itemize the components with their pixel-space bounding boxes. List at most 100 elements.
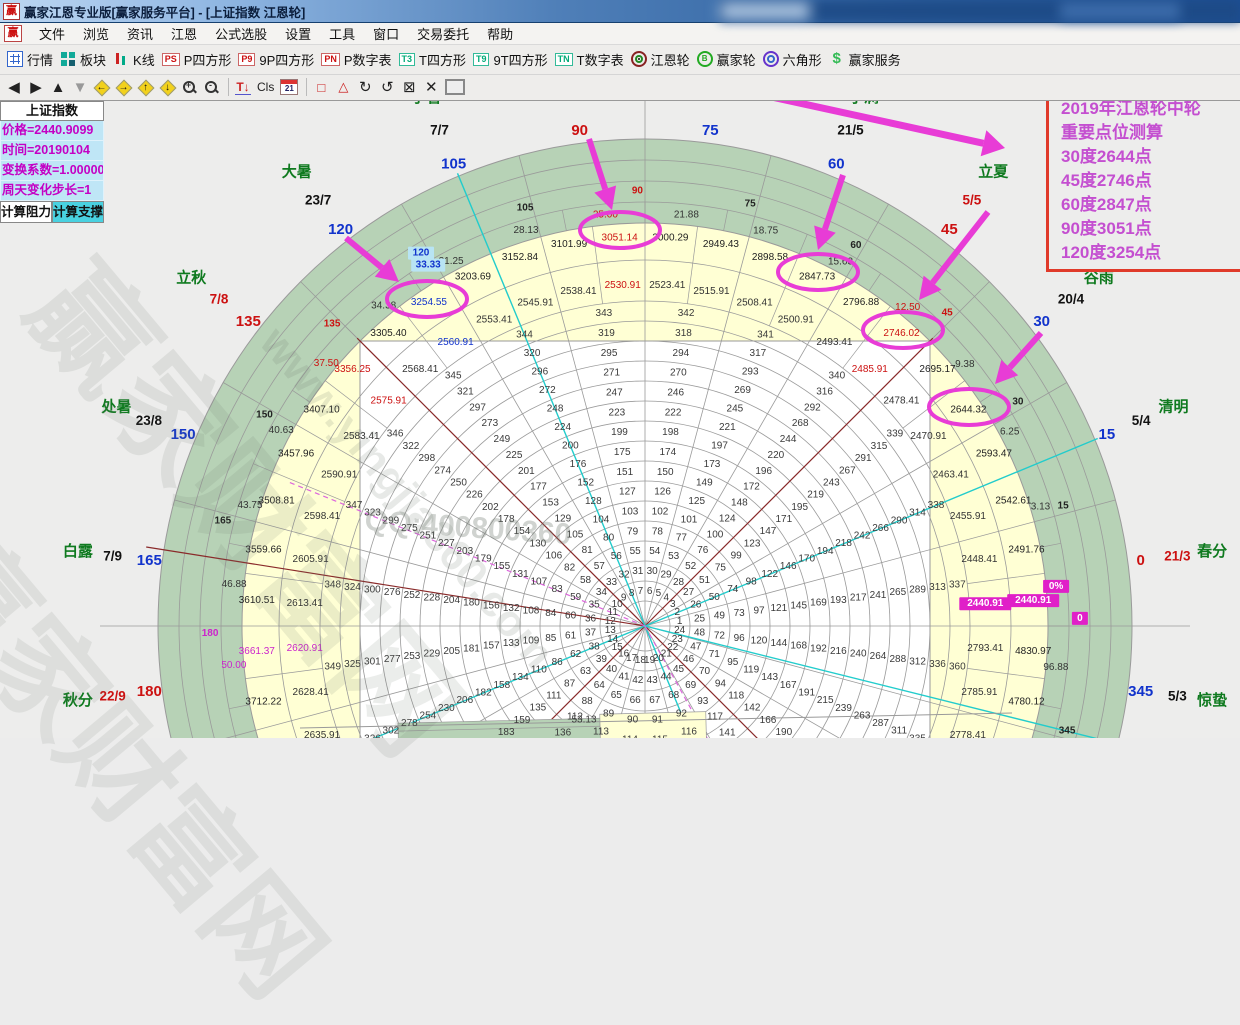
toolbar-button-P四方形[interactable]: PSP四方形 — [162, 50, 232, 69]
svg-text:2796.88: 2796.88 — [843, 297, 880, 308]
down-icon[interactable]: ▼ — [72, 79, 88, 96]
svg-text:107: 107 — [530, 577, 547, 588]
triangle-tool-icon[interactable]: △ — [335, 79, 351, 95]
shrink-icon[interactable]: ✕ — [423, 78, 439, 96]
titlebar-blur-region — [1060, 2, 1180, 20]
toolbar-button-赢家轮[interactable]: B赢家轮 — [697, 50, 756, 69]
svg-text:338: 338 — [928, 500, 945, 511]
menu-item-6[interactable]: 工具 — [320, 22, 364, 45]
svg-text:61: 61 — [565, 630, 577, 641]
svg-text:122: 122 — [761, 569, 778, 580]
rotate-ccw-icon[interactable]: ↺ — [379, 78, 395, 96]
zoom-in-icon[interactable]: + — [182, 80, 198, 95]
menu-item-7[interactable]: 窗口 — [364, 22, 408, 45]
rotate-cw-icon[interactable]: ↻ — [357, 78, 373, 96]
svg-text:52: 52 — [685, 561, 697, 572]
svg-text:198: 198 — [662, 427, 679, 438]
toolbar-separator — [228, 78, 229, 96]
svg-text:2560.91: 2560.91 — [438, 337, 475, 348]
svg-text:34: 34 — [596, 587, 608, 598]
svg-text:91: 91 — [652, 715, 664, 726]
svg-text:45: 45 — [673, 664, 685, 675]
svg-text:56: 56 — [611, 551, 623, 562]
svg-text:23/8: 23/8 — [136, 413, 163, 428]
cls-button[interactable]: Cls — [257, 80, 274, 94]
svg-text:60: 60 — [565, 611, 577, 622]
boxed-x-icon[interactable]: ⊠ — [401, 78, 417, 96]
up-icon[interactable]: ▲ — [50, 79, 66, 96]
square-tool-icon[interactable]: □ — [313, 80, 329, 95]
svg-text:335: 335 — [909, 733, 926, 738]
svg-text:50: 50 — [709, 592, 721, 603]
toolbar-button-行情[interactable]: 行情 — [7, 50, 53, 69]
calendar-icon[interactable]: 21 — [280, 79, 298, 95]
menu-item-3[interactable]: 江恩 — [162, 22, 206, 45]
panel-button-0[interactable]: 计算阻力 — [0, 201, 52, 223]
quote-row-1: 时间=20190104 — [0, 141, 104, 161]
toolbar-button-板块[interactable]: 板块 — [60, 50, 106, 69]
svg-text:297: 297 — [469, 402, 486, 413]
menu-item-0[interactable]: 文件 — [30, 22, 74, 45]
svg-text:230: 230 — [438, 703, 455, 714]
svg-text:124: 124 — [719, 513, 736, 524]
toolbar-button-赢家服务[interactable]: $赢家服务 — [829, 50, 901, 69]
svg-text:201: 201 — [518, 466, 535, 477]
svg-text:199: 199 — [611, 427, 628, 438]
svg-text:57: 57 — [594, 561, 606, 572]
svg-text:89: 89 — [603, 708, 615, 719]
zoom-out-icon[interactable]: - — [204, 80, 220, 95]
menu-item-5[interactable]: 设置 — [276, 22, 320, 45]
svg-text:320: 320 — [524, 348, 541, 359]
diamond-right-icon[interactable]: → — [116, 80, 132, 95]
sort-shift-icon[interactable]: T↓ — [235, 80, 251, 95]
panel-button-1[interactable]: 计算支撑 — [52, 201, 104, 223]
svg-text:295: 295 — [601, 348, 618, 359]
menu-item-2[interactable]: 资讯 — [118, 22, 162, 45]
svg-text:2508.41: 2508.41 — [737, 298, 774, 309]
menu-item-8[interactable]: 交易委托 — [408, 22, 478, 45]
menu-item-1[interactable]: 浏览 — [74, 22, 118, 45]
toolbar-label: 9T四方形 — [493, 50, 547, 69]
toolbar-button-9T四方形[interactable]: T99T四方形 — [473, 50, 548, 69]
toolbar-button-P数字表[interactable]: PNP数字表 — [321, 50, 391, 69]
svg-text:268: 268 — [792, 418, 809, 429]
svg-text:194: 194 — [817, 546, 834, 557]
toolbar-button-9P四方形[interactable]: P99P四方形 — [238, 50, 314, 69]
diamond-up-icon[interactable]: ↑ — [138, 80, 154, 95]
svg-text:55: 55 — [630, 546, 642, 557]
svg-text:71: 71 — [709, 649, 721, 660]
svg-text:2746.02: 2746.02 — [883, 328, 920, 339]
svg-text:123: 123 — [744, 538, 761, 549]
svg-text:165: 165 — [215, 515, 232, 526]
prev-icon[interactable]: ◀ — [6, 78, 22, 96]
svg-text:2440.91: 2440.91 — [967, 598, 1004, 609]
toolbar-button-K线[interactable]: K线 — [113, 50, 155, 69]
svg-text:21/3: 21/3 — [1164, 548, 1191, 563]
svg-text:45: 45 — [941, 221, 958, 238]
svg-text:318: 318 — [675, 328, 692, 339]
toolbar-button-六角形[interactable]: 六角形 — [763, 50, 822, 69]
svg-text:3101.99: 3101.99 — [551, 239, 588, 250]
svg-text:159: 159 — [514, 715, 531, 726]
svg-text:120: 120 — [751, 636, 768, 647]
toolbar-button-T数字表[interactable]: TNT数字表 — [555, 50, 624, 69]
menu-item-9[interactable]: 帮助 — [478, 22, 522, 45]
diamond-left-icon[interactable]: ← — [94, 80, 110, 95]
svg-text:219: 219 — [807, 490, 824, 501]
toolbar-button-T四方形[interactable]: T3T四方形 — [399, 50, 466, 69]
screen-icon[interactable] — [445, 79, 465, 95]
toolbar-button-江恩轮[interactable]: 江恩轮 — [631, 50, 690, 69]
svg-text:146: 146 — [780, 561, 797, 572]
svg-text:2538.41: 2538.41 — [560, 286, 597, 297]
svg-text:2545.91: 2545.91 — [517, 298, 554, 309]
svg-text:149: 149 — [696, 477, 713, 488]
dollar-icon: $ — [829, 51, 845, 67]
svg-text:205: 205 — [443, 646, 460, 657]
next-icon[interactable]: ▶ — [28, 78, 44, 96]
svg-text:3000.29: 3000.29 — [652, 232, 689, 243]
svg-text:3305.40: 3305.40 — [370, 328, 407, 339]
quote-panel: 上证指数 价格=2440.9099时间=20190104变换系数=1.00000… — [0, 101, 104, 223]
menu-item-4[interactable]: 公式选股 — [206, 22, 276, 45]
svg-text:105: 105 — [441, 156, 466, 173]
diamond-down-icon[interactable]: ↓ — [160, 80, 176, 95]
